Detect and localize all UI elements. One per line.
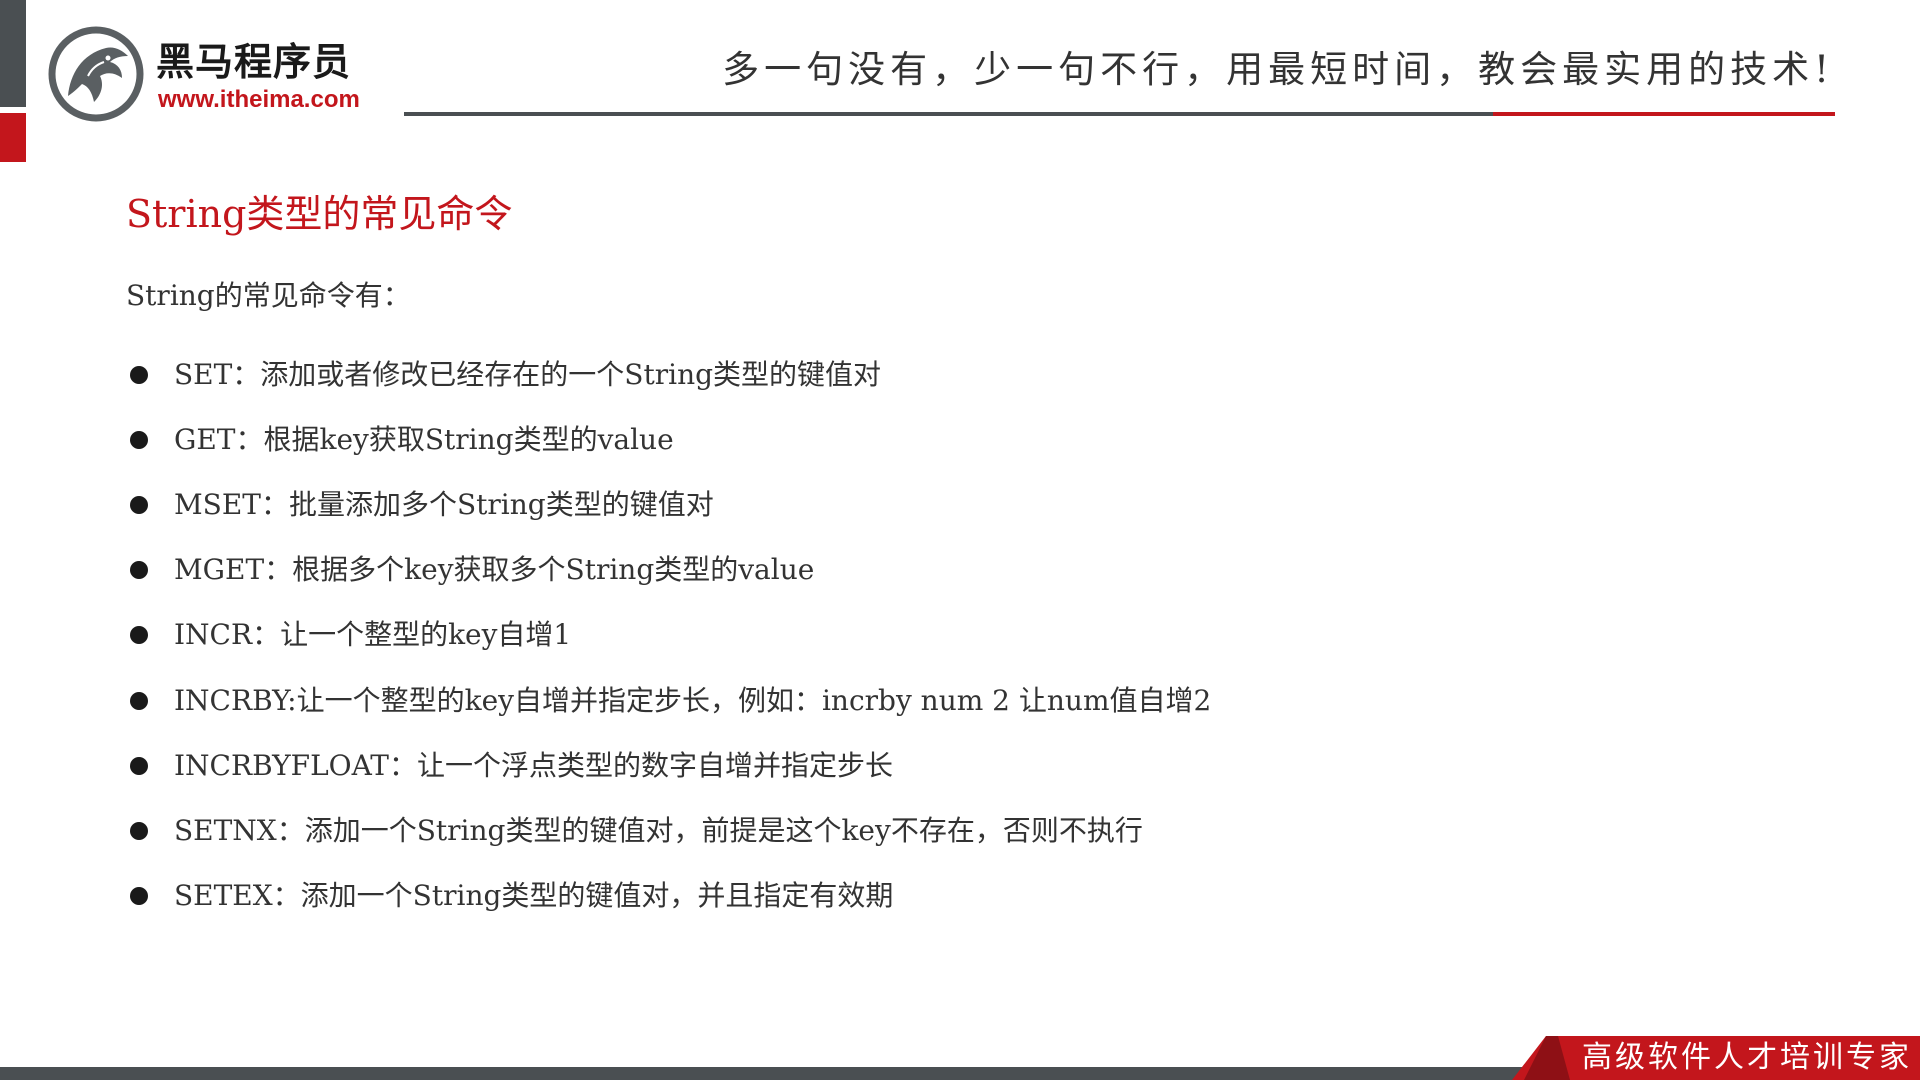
command-item-setnx: SETNX：添加一个String类型的键值对，前提是这个key不存在，否则不执行: [126, 798, 1211, 863]
logo-website-link[interactable]: www.itheima.com: [158, 86, 360, 114]
command-item-incrby: INCRBY:让一个整型的key自增并指定步长，例如：incrby num 2 …: [126, 668, 1211, 733]
command-text: INCR：让一个整型的key自增1: [174, 618, 572, 652]
command-text: MSET：批量添加多个String类型的键值对: [174, 487, 714, 521]
filled-circle-bullet-icon: [130, 887, 148, 906]
header-slogan: 多一句没有，少一句不行，用最短时间，教会最实用的技术!: [722, 48, 1834, 91]
brand-logo: 黑马程序员 www.itheima.com: [48, 26, 378, 122]
filled-circle-bullet-icon: [130, 756, 148, 775]
command-text: GET：根据key获取String类型的value: [174, 422, 674, 456]
filled-circle-bullet-icon: [130, 691, 148, 710]
command-list: SET：添加或者修改已经存在的一个String类型的键值对 GET：根据key获…: [126, 342, 1211, 929]
command-text: MGET：根据多个key获取多个String类型的value: [174, 553, 815, 587]
header-divider-accent: [1493, 112, 1835, 116]
horse-head-logo-icon: [48, 26, 144, 122]
command-item-incr: INCR：让一个整型的key自增1: [126, 603, 1211, 668]
slide-intro-text: String的常见命令有：: [126, 279, 411, 312]
footer-badge: 高级软件人才培训专家: [1512, 1036, 1920, 1080]
filled-circle-bullet-icon: [130, 365, 148, 384]
command-text: SETNX：添加一个String类型的键值对，前提是这个key不存在，否则不执行: [174, 813, 1143, 847]
command-text: INCRBY:让一个整型的key自增并指定步长，例如：incrby num 2 …: [174, 683, 1212, 717]
filled-circle-bullet-icon: [130, 430, 148, 449]
command-item-get: GET：根据key获取String类型的value: [126, 407, 1211, 472]
header-divider: [404, 112, 1493, 116]
footer-tagline: 高级软件人才培训专家: [1582, 1040, 1912, 1075]
side-accent-gray: [0, 0, 26, 107]
filled-circle-bullet-icon: [130, 495, 148, 514]
filled-circle-bullet-icon: [130, 626, 148, 645]
command-item-set: SET：添加或者修改已经存在的一个String类型的键值对: [126, 342, 1211, 407]
command-text: INCRBYFLOAT：让一个浮点类型的数字自增并指定步长: [174, 748, 893, 782]
side-accent-red: [0, 113, 26, 162]
command-item-mset: MSET：批量添加多个String类型的键值对: [126, 472, 1211, 537]
logo-brand-name: 黑马程序员: [156, 40, 352, 84]
command-item-incrbyfloat: INCRBYFLOAT：让一个浮点类型的数字自增并指定步长: [126, 733, 1211, 798]
command-text: SETEX：添加一个String类型的键值对，并且指定有效期: [174, 879, 894, 913]
command-item-mget: MGET：根据多个key获取多个String类型的value: [126, 538, 1211, 603]
command-item-setex: SETEX：添加一个String类型的键值对，并且指定有效期: [126, 864, 1211, 929]
command-text: SET：添加或者修改已经存在的一个String类型的键值对: [174, 357, 882, 391]
slide-title: String类型的常见命令: [126, 192, 513, 236]
filled-circle-bullet-icon: [130, 561, 148, 580]
filled-circle-bullet-icon: [130, 821, 148, 840]
